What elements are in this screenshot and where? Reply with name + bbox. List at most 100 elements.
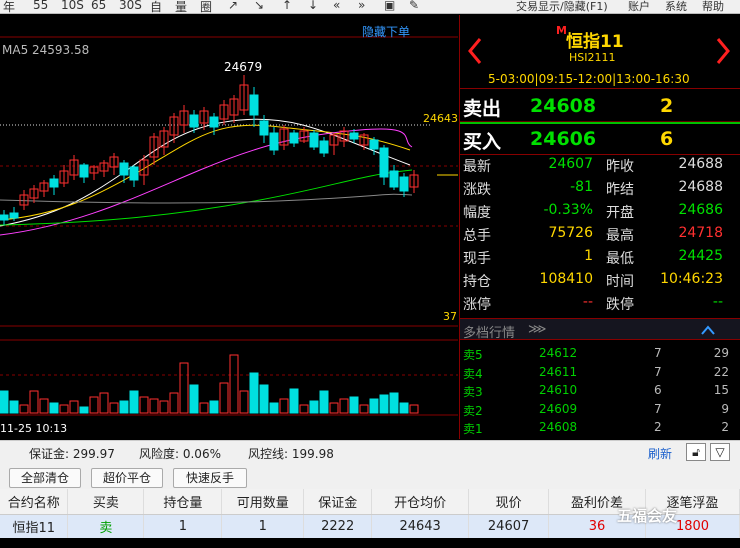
candle-body	[379, 147, 389, 178]
volume-bar	[199, 402, 209, 414]
next-contract-icon[interactable]	[716, 37, 730, 65]
buy-price: 24606	[530, 128, 597, 150]
flat-button[interactable]: 超价平仓	[91, 468, 163, 488]
contract-name: 恒指11	[566, 32, 624, 52]
sell-qty: 2	[660, 95, 674, 117]
depth-p: 24612	[539, 346, 578, 360]
candle-body	[209, 116, 219, 128]
tool-self[interactable]: 自	[150, 0, 162, 15]
stat-key: 持仓	[463, 274, 491, 290]
volume-bar	[179, 362, 189, 414]
candle-body	[9, 212, 19, 219]
top-toolbar: 年 55 10S 65 30S 自 量 圈 ↗ ↘ ↑ ↓ « » ▣ ✎ 交易…	[0, 0, 740, 14]
col-contract[interactable]: 合约名称	[0, 489, 69, 515]
kline-chart[interactable]: 24679 24643 37 11-25 10:13 MA5 24593.58 …	[0, 15, 458, 439]
volume-bar	[29, 390, 39, 414]
volume-bar	[309, 400, 319, 414]
candle-body	[119, 162, 129, 176]
reverse-button[interactable]: 快速反手	[173, 468, 247, 488]
depth-row[interactable]: 卖1 24608 2 2	[460, 420, 740, 438]
col-side[interactable]: 买卖	[67, 489, 145, 515]
volume-bar	[169, 392, 179, 414]
double-right-icon[interactable]: »	[358, 0, 365, 12]
arrow-ne-icon[interactable]: ↗	[228, 0, 238, 12]
window-icon[interactable]: ▣	[384, 0, 395, 12]
volume-bar	[159, 400, 169, 414]
hide-order-button[interactable]: 隐藏下单	[362, 23, 410, 40]
stat-key: 跌停	[606, 297, 634, 313]
depth-b: 22	[713, 364, 729, 379]
close-all-button[interactable]: 全部清仓	[9, 468, 81, 488]
stat-row: 涨停 -- 跌停 --	[460, 294, 740, 317]
col-margin[interactable]: 保证金	[303, 489, 373, 515]
depth-b: 9	[721, 401, 729, 416]
buy-row[interactable]: 买入 24606 6	[460, 124, 740, 155]
tool-65[interactable]: 65	[91, 0, 106, 12]
menu-help[interactable]: 帮助	[702, 0, 724, 14]
stat-value: 24688	[678, 179, 723, 195]
stat-key: 时间	[606, 274, 634, 290]
depth-header[interactable]: 多档行情 ⋙	[460, 318, 740, 341]
ref-price-label: 24643	[423, 112, 458, 125]
volume-bar	[109, 402, 119, 414]
dropdown-icon[interactable]: ▽	[710, 443, 730, 461]
cell-available: 1	[221, 514, 305, 538]
buy-label: 买入	[463, 131, 502, 153]
col-hold[interactable]: 持仓量	[143, 489, 223, 515]
volume-bar	[399, 402, 409, 414]
sell-label: 卖出	[463, 98, 502, 120]
candle-body	[349, 132, 359, 140]
sell-price: 24608	[530, 95, 597, 117]
stat-row: 现手 1 最低 24425	[460, 248, 740, 271]
volume-bar	[229, 354, 239, 414]
tool-10s[interactable]: 10S	[61, 0, 84, 12]
stat-key: 开盘	[606, 205, 634, 221]
menu-toggle-trade[interactable]: 交易显示/隐藏(F1)	[516, 0, 608, 14]
stat-value: 24607	[548, 156, 593, 172]
tool-year[interactable]: 年	[3, 0, 15, 15]
volume-bar	[389, 392, 399, 414]
watermark-text: 五福会友	[617, 507, 678, 525]
arrow-down-icon[interactable]: ↓	[308, 0, 318, 12]
lock-icon[interactable]: 🔓︎	[686, 443, 706, 461]
menu-account[interactable]: 账户	[628, 0, 650, 14]
volume-bar	[329, 402, 339, 414]
margin-status: 保证金: 299.97	[29, 447, 115, 461]
volume-bar	[139, 396, 149, 414]
depth-k: 卖3	[463, 385, 483, 399]
tool-circle[interactable]: 圈	[200, 0, 212, 15]
pen-icon[interactable]: ✎	[409, 0, 419, 12]
col-available[interactable]: 可用数量	[221, 489, 305, 515]
stat-key: 现手	[463, 251, 491, 267]
depth-b: 15	[713, 383, 729, 397]
depth-row[interactable]: 卖5 24612 7 29	[460, 346, 740, 364]
depth-a: 7	[654, 364, 662, 379]
depth-p: 24609	[539, 401, 578, 416]
depth-row[interactable]: 卖4 24611 7 22	[460, 365, 740, 383]
volume-bar	[379, 394, 389, 414]
sell-row[interactable]: 卖出 24608 2	[460, 91, 740, 122]
collapse-down-icon[interactable]: ⋙	[528, 322, 547, 337]
volume-bar	[129, 390, 139, 414]
col-open-avg[interactable]: 开仓均价	[371, 489, 470, 515]
arrow-se-icon[interactable]: ↘	[254, 0, 264, 12]
depth-row[interactable]: 卖2 24609 7 9	[460, 402, 740, 420]
stat-value: 24718	[678, 225, 723, 241]
chevron-up-icon[interactable]	[701, 325, 715, 335]
stat-key: 最新	[463, 159, 491, 175]
depth-row[interactable]: 卖3 24610 6 15	[460, 383, 740, 401]
tool-volume[interactable]: 量	[175, 0, 187, 15]
refresh-button[interactable]: 刷新	[648, 445, 672, 462]
menu-system[interactable]: 系统	[665, 0, 687, 14]
arrow-up-icon[interactable]: ↑	[282, 0, 292, 12]
candle-body	[0, 214, 9, 221]
volume-bar	[339, 398, 349, 414]
stat-value: 1	[584, 248, 593, 264]
tool-30s[interactable]: 30S	[119, 0, 142, 12]
stat-key: 幅度	[463, 205, 491, 221]
col-price[interactable]: 现价	[468, 489, 550, 515]
double-left-icon[interactable]: «	[333, 0, 340, 12]
prev-contract-icon[interactable]	[468, 37, 482, 65]
tool-55[interactable]: 55	[33, 0, 48, 12]
volume-bar	[409, 404, 419, 414]
